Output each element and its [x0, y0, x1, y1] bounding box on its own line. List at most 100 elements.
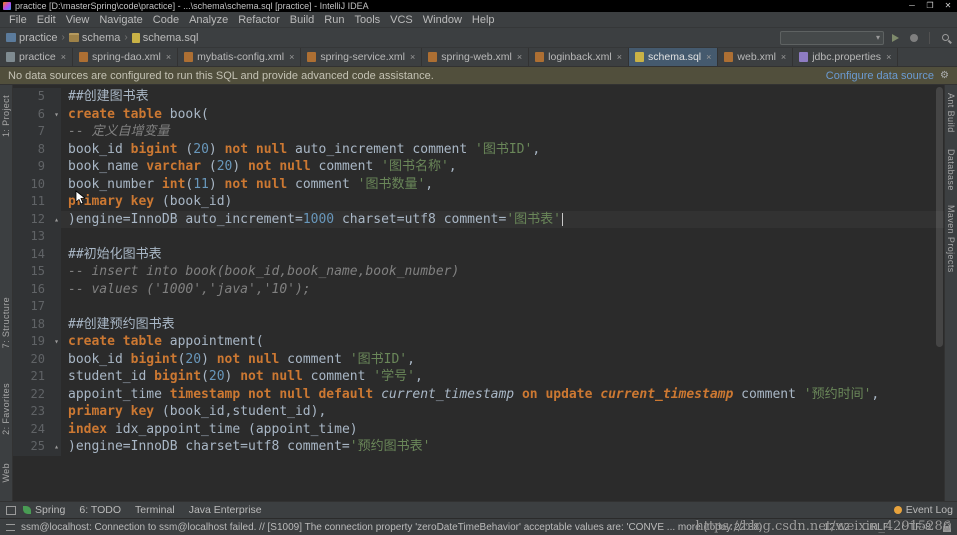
code-line-24[interactable]: 24index idx_appoint_time (appoint_time) [13, 421, 944, 439]
menu-view[interactable]: View [61, 14, 95, 26]
menu-code[interactable]: Code [148, 14, 184, 26]
breadcrumb-item-schema[interactable]: schema [67, 32, 123, 44]
close-icon[interactable]: × [886, 52, 891, 62]
line-number[interactable]: 24 [13, 421, 61, 439]
code-text[interactable]: -- 定义自增变量 [61, 123, 944, 141]
tool-stripe-button-1-project[interactable]: 1: Project [1, 95, 11, 137]
close-icon[interactable]: × [706, 52, 711, 62]
line-number[interactable]: 6▾ [13, 106, 61, 124]
code-text[interactable]: primary key (book_id) [61, 193, 944, 211]
code-line-10[interactable]: 10book_number int(11) not null comment '… [13, 176, 944, 194]
tool-stripe-button-web[interactable]: Web [1, 463, 11, 483]
code-line-11[interactable]: 11primary key (book_id) [13, 193, 944, 211]
toolwindow-button-spring[interactable]: Spring [23, 504, 65, 516]
tab-spring-web-xml[interactable]: spring-web.xml× [422, 48, 529, 66]
status-menu-icon[interactable] [6, 524, 15, 531]
code-text[interactable]: book_number int(11) not null comment '图书… [61, 176, 944, 194]
line-number[interactable]: 23 [13, 403, 61, 421]
menu-run[interactable]: Run [319, 14, 349, 26]
code-text[interactable]: book_id bigint(20) not null comment '图书I… [61, 351, 944, 369]
scrollbar-thumb[interactable] [936, 87, 943, 347]
code-line-14[interactable]: 14##初始化图书表 [13, 246, 944, 264]
line-number[interactable]: 7 [13, 123, 61, 141]
code-line-7[interactable]: 7-- 定义自增变量 [13, 123, 944, 141]
code-text[interactable]: primary key (book_id,student_id), [61, 403, 944, 421]
line-number[interactable]: 18 [13, 316, 61, 334]
run-configuration-dropdown[interactable]: ▾ [780, 31, 884, 45]
line-number[interactable]: 19▾ [13, 333, 61, 351]
code-line-23[interactable]: 23primary key (book_id,student_id), [13, 403, 944, 421]
line-number[interactable]: 8 [13, 141, 61, 159]
close-icon[interactable]: × [517, 52, 522, 62]
code-line-5[interactable]: 5##创建图书表 [13, 88, 944, 106]
menu-file[interactable]: File [4, 14, 32, 26]
code-line-18[interactable]: 18##创建预约图书表 [13, 316, 944, 334]
tool-stripe-button-maven-projects[interactable]: Maven Projects [946, 205, 956, 273]
code-text[interactable]: book_name varchar (20) not null comment … [61, 158, 944, 176]
tool-stripe-button-database[interactable]: Database [946, 149, 956, 191]
tab-mybatis-config-xml[interactable]: mybatis-config.xml× [178, 48, 301, 66]
tool-stripe-button-2-favorites[interactable]: 2: Favorites [1, 383, 11, 435]
fold-marker-icon[interactable]: ▴ [54, 438, 59, 456]
line-ending[interactable]: CRLF [862, 521, 889, 533]
menu-refactor[interactable]: Refactor [233, 14, 285, 26]
code-text[interactable]: ##创建预约图书表 [61, 316, 944, 334]
line-number[interactable]: 16 [13, 281, 61, 299]
code-line-12[interactable]: 12▴)engine=InnoDB auto_increment=1000 ch… [13, 211, 944, 229]
line-number[interactable]: 11 [13, 193, 61, 211]
close-icon[interactable]: × [617, 52, 622, 62]
tab-jdbc-properties[interactable]: jdbc.properties× [793, 48, 898, 66]
toolwindow-button-6-todo[interactable]: 6: TODO [79, 504, 121, 516]
code-text[interactable]: appoint_time timestamp not null default … [61, 386, 944, 404]
code-text[interactable]: create table appointment( [61, 333, 944, 351]
tab-web-xml[interactable]: web.xml× [718, 48, 793, 66]
caret-position[interactable]: 12:62 [824, 521, 850, 533]
sql-editor[interactable]: 5##创建图书表6▾create table book(7-- 定义自增变量8b… [13, 85, 944, 501]
close-icon[interactable]: × [166, 52, 171, 62]
line-number[interactable]: 20 [13, 351, 61, 369]
code-text[interactable]: -- insert into book(book_id,book_name,bo… [61, 263, 944, 281]
debug-button[interactable] [906, 31, 922, 45]
toolwindow-button-terminal[interactable]: Terminal [135, 504, 175, 516]
code-text[interactable]: create table book( [61, 106, 944, 124]
close-button[interactable]: ✕ [939, 0, 957, 12]
run-button[interactable] [887, 31, 903, 45]
line-number[interactable]: 22 [13, 386, 61, 404]
close-icon[interactable]: × [781, 52, 786, 62]
tab-loginback-xml[interactable]: loginback.xml× [529, 48, 629, 66]
code-line-8[interactable]: 8book_id bigint (20) not null auto_incre… [13, 141, 944, 159]
titlebar[interactable]: practice [D:\masterSpring\code\practice]… [0, 0, 957, 12]
menu-edit[interactable]: Edit [32, 14, 61, 26]
gear-icon[interactable]: ⚙ [940, 70, 949, 81]
tab-spring-service-xml[interactable]: spring-service.xml× [301, 48, 422, 66]
close-icon[interactable]: × [410, 52, 415, 62]
code-line-15[interactable]: 15-- insert into book(book_id,book_name,… [13, 263, 944, 281]
line-number[interactable]: 21 [13, 368, 61, 386]
close-icon[interactable]: × [61, 52, 66, 62]
maximize-button[interactable]: ❐ [921, 0, 939, 12]
line-number[interactable]: 9 [13, 158, 61, 176]
line-number[interactable]: 5 [13, 88, 61, 106]
code-line-6[interactable]: 6▾create table book( [13, 106, 944, 124]
code-text[interactable]: -- values ('1000','java','10'); [61, 281, 944, 299]
code-text[interactable]: ##初始化图书表 [61, 246, 944, 264]
fold-marker-icon[interactable]: ▾ [54, 333, 59, 351]
menu-navigate[interactable]: Navigate [94, 14, 147, 26]
code-line-20[interactable]: 20book_id bigint(20) not null comment '图… [13, 351, 944, 369]
code-line-22[interactable]: 22appoint_time timestamp not null defaul… [13, 386, 944, 404]
code-text[interactable] [61, 298, 944, 316]
code-line-13[interactable]: 13 [13, 228, 944, 246]
tool-window-switcher-icon[interactable] [6, 506, 16, 515]
line-number[interactable]: 12▴ [13, 211, 61, 229]
code-line-16[interactable]: 16-- values ('1000','java','10'); [13, 281, 944, 299]
tool-stripe-button-ant-build[interactable]: Ant Build [946, 93, 956, 133]
tab-practice[interactable]: practice× [0, 48, 73, 66]
tool-stripe-button-7-structure[interactable]: 7: Structure [1, 297, 11, 348]
line-number[interactable]: 25▴ [13, 438, 61, 456]
tab-schema-sql[interactable]: schema.sql× [629, 48, 718, 66]
toolwindow-button-java-enterprise[interactable]: Java Enterprise [189, 504, 262, 516]
code-line-21[interactable]: 21student_id bigint(20) not null comment… [13, 368, 944, 386]
code-line-25[interactable]: 25▴)engine=InnoDB charset=utf8 comment='… [13, 438, 944, 456]
breadcrumb-item-schema-sql[interactable]: schema.sql [130, 32, 201, 44]
line-number[interactable]: 15 [13, 263, 61, 281]
